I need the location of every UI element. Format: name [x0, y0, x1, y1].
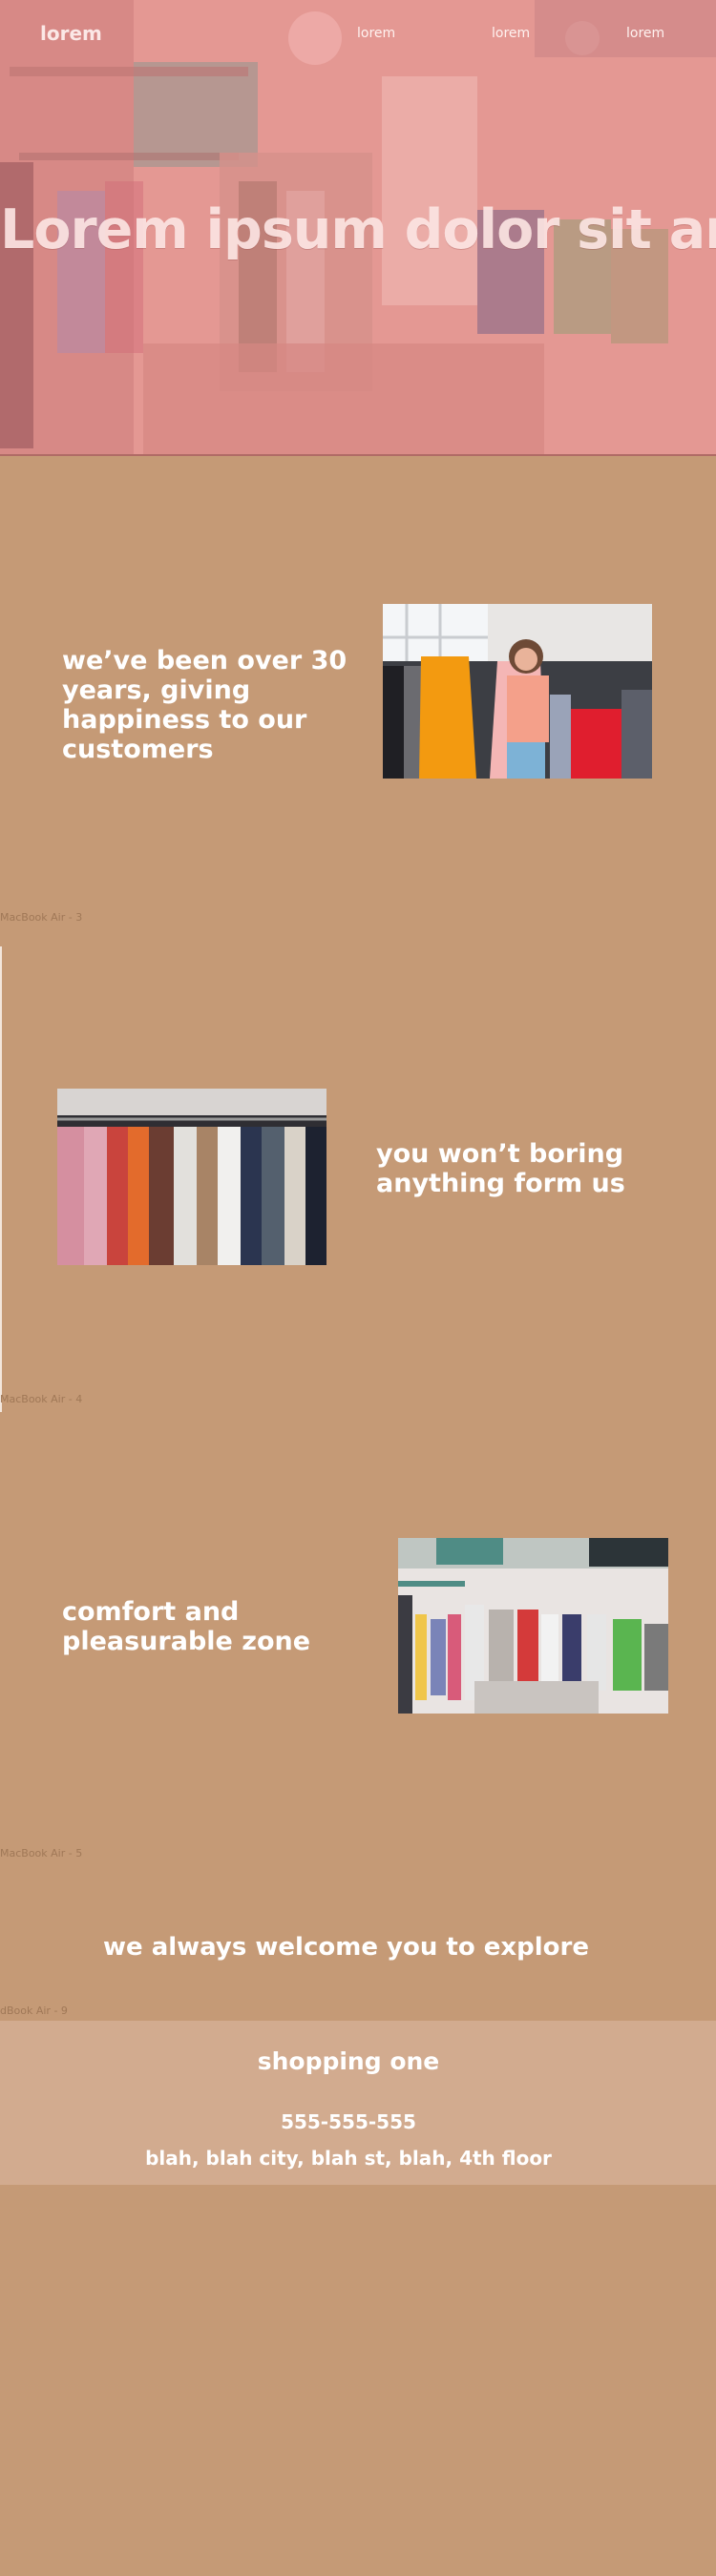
section-1-photo	[383, 604, 652, 779]
frame-label-9: dBook Air - 9	[0, 2005, 68, 2017]
frame-label-4: MacBook Air - 4	[0, 1393, 83, 1405]
divider-line	[0, 946, 2, 1412]
store-name: shopping one	[257, 2047, 440, 2075]
hero-banner: lorem lorem lorem lorem Lorem ipsum dolo…	[0, 0, 716, 456]
section-1-text: we’ve been over 30 years, giving happine…	[62, 646, 347, 764]
page: lorem lorem lorem lorem Lorem ipsum dolo…	[0, 0, 716, 2576]
address: blah, blah city, blah st, blah, 4th floo…	[145, 2147, 552, 2170]
top-nav: lorem lorem lorem lorem	[0, 0, 716, 67]
section-2-photo	[57, 1089, 326, 1265]
footer: shopping one 555-555-555 blah, blah city…	[0, 2021, 716, 2185]
section-2-text: you won’t boring anything form us	[376, 1139, 625, 1198]
welcome-text: we always welcome you to explore	[103, 1933, 589, 1962]
hero-title: Lorem ipsum dolor sit amet	[0, 198, 716, 261]
logo[interactable]: lorem	[40, 22, 102, 45]
nav-link-2[interactable]: lorem	[492, 26, 530, 41]
phone-number[interactable]: 555-555-555	[0, 2110, 697, 2133]
clothing-rack-image	[57, 1089, 326, 1265]
section-3-photo	[398, 1538, 668, 1714]
store-interior-image	[398, 1538, 668, 1714]
frame-label-3: MacBook Air - 3	[0, 911, 83, 924]
nav-link-3[interactable]: lorem	[626, 26, 664, 41]
nav-link-1[interactable]: lorem	[357, 26, 395, 41]
frame-label-5: MacBook Air - 5	[0, 1847, 83, 1859]
section-3-text: comfort and pleasurable zone	[62, 1597, 311, 1656]
woman-shopping-image	[383, 604, 652, 779]
